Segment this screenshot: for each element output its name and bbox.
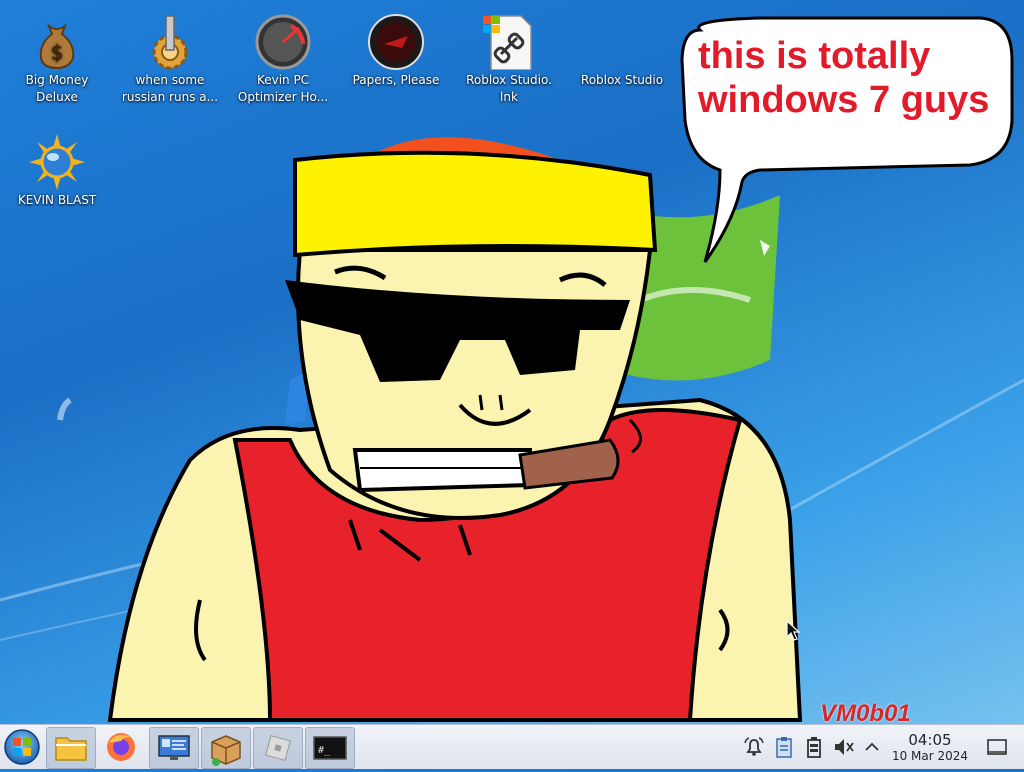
clipboard-icon[interactable]	[772, 735, 796, 759]
roblox-icon	[265, 735, 291, 761]
desktop-icon-label: Kevin PC Optimizer Ho...	[237, 73, 329, 104]
speech-bubble-text: this is totally windows 7 guys	[698, 35, 990, 121]
desktop-icon-label: Roblox Studio	[580, 73, 664, 87]
show-desktop-icon[interactable]	[984, 735, 1010, 759]
monitor-icon	[158, 735, 190, 760]
papers-please-icon	[368, 14, 424, 70]
terminal-glyph: #_	[318, 745, 331, 756]
gear-icon	[152, 15, 188, 70]
mouse-cursor-icon	[786, 620, 801, 641]
firefox-icon	[107, 733, 135, 761]
desktop-icon-label: Roblox Studio. lnk	[466, 73, 552, 104]
expand-arrow-icon[interactable]	[860, 735, 884, 759]
shortcut-file-icon	[483, 15, 532, 70]
taskbar-terminal[interactable]: #_	[305, 727, 355, 769]
desktop-icon-papers-please[interactable]: Papers, Please	[339, 8, 453, 89]
taskbar-roblox[interactable]	[253, 727, 303, 769]
roblox-studio-icon	[594, 14, 650, 70]
volume-muted-icon[interactable]	[832, 735, 856, 759]
desktop-icon-big-money-deluxe[interactable]: $ Big Money Deluxe	[0, 8, 114, 106]
sun-globe-icon	[29, 134, 85, 190]
windows-start-icon[interactable]	[2, 727, 42, 767]
desktop-icon-kevin-blast[interactable]: KEVIN BLAST	[0, 128, 114, 209]
desktop-icon-label: when some russian runs a...	[121, 73, 219, 104]
taskbar-clock[interactable]: 04:05 10 Mar 2024	[884, 731, 976, 764]
package-icon	[211, 735, 241, 766]
clock-time: 04:05	[908, 731, 952, 749]
speedometer-icon	[255, 14, 311, 70]
taskbar-firefox[interactable]	[97, 727, 145, 767]
desktop-icon-label: Big Money Deluxe	[25, 73, 89, 104]
terminal-icon: #_	[313, 736, 347, 760]
desktop-icon-label: KEVIN BLAST	[17, 193, 97, 207]
taskbar-system-monitor[interactable]	[149, 727, 199, 769]
desktop-icon-roblox-studio-lnk[interactable]: Roblox Studio. lnk	[452, 8, 566, 106]
taskbar-file-manager[interactable]	[46, 727, 96, 769]
svg-text:$: $	[51, 40, 64, 64]
clock-date: 10 Mar 2024	[891, 749, 969, 763]
folder-icon	[55, 737, 87, 761]
desktop-icon-label: Papers, Please	[352, 73, 440, 87]
notification-bell-icon[interactable]	[742, 735, 766, 759]
desktop-icon-kevin-pc-optimizer[interactable]: Kevin PC Optimizer Ho...	[226, 8, 340, 106]
taskbar-package-installer[interactable]	[201, 727, 251, 769]
money-bag-icon: $	[39, 23, 75, 70]
desktop-icon-russian[interactable]: when some russian runs a...	[113, 8, 227, 106]
battery-icon[interactable]	[802, 735, 826, 759]
taskbar: #_ 04:05 10 Mar 2024	[0, 724, 1024, 769]
desktop-icon-roblox-studio[interactable]: Roblox Studio	[565, 8, 679, 89]
